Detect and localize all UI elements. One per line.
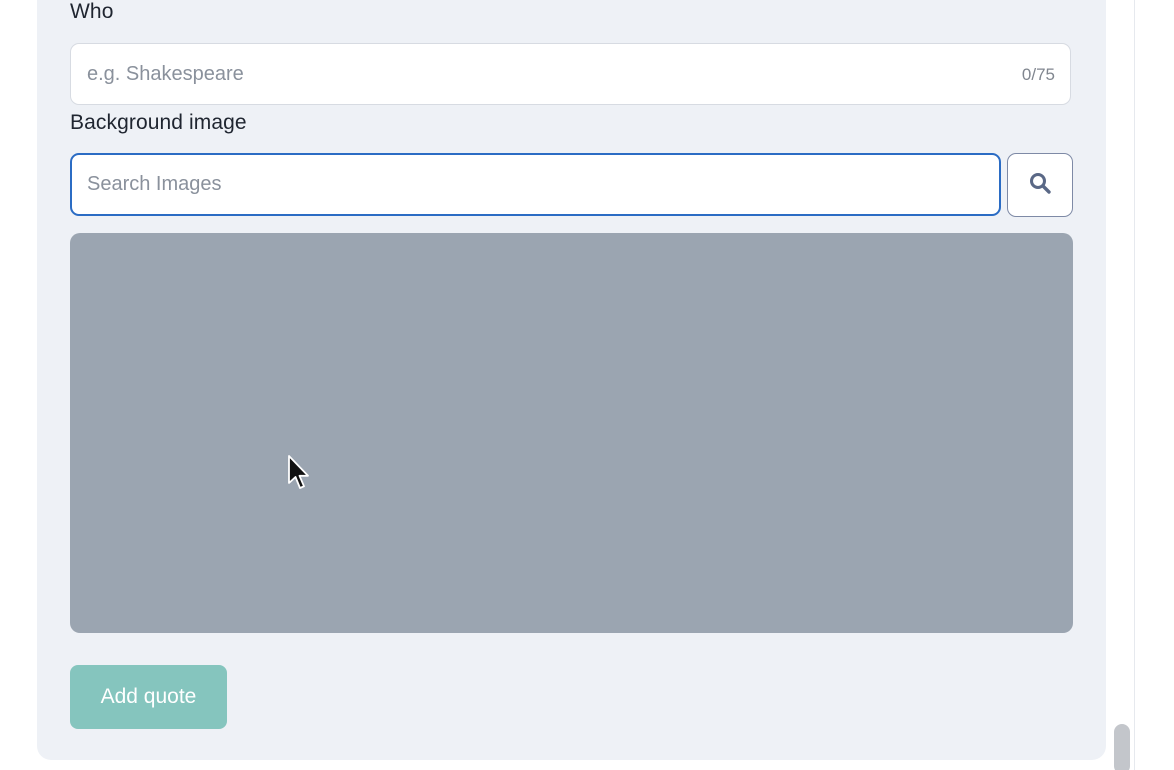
who-field[interactable]: 0/75 [70, 43, 1071, 105]
background-image-preview[interactable] [70, 233, 1073, 633]
image-search-button[interactable] [1007, 153, 1073, 217]
page: Who 0/75 Background image Add quote [0, 0, 1174, 770]
who-label: Who [70, 0, 114, 23]
background-image-label: Background image [70, 111, 247, 134]
mouse-cursor-icon [288, 455, 309, 489]
image-search-field[interactable] [70, 153, 1001, 216]
scrollbar-thumb[interactable] [1114, 724, 1130, 770]
search-icon [1028, 171, 1052, 200]
who-input[interactable] [87, 44, 987, 104]
character-counter: 0/75 [1021, 65, 1055, 84]
image-search-input[interactable] [87, 155, 977, 214]
add-quote-button[interactable]: Add quote [70, 665, 227, 729]
panel-divider [1134, 0, 1135, 770]
